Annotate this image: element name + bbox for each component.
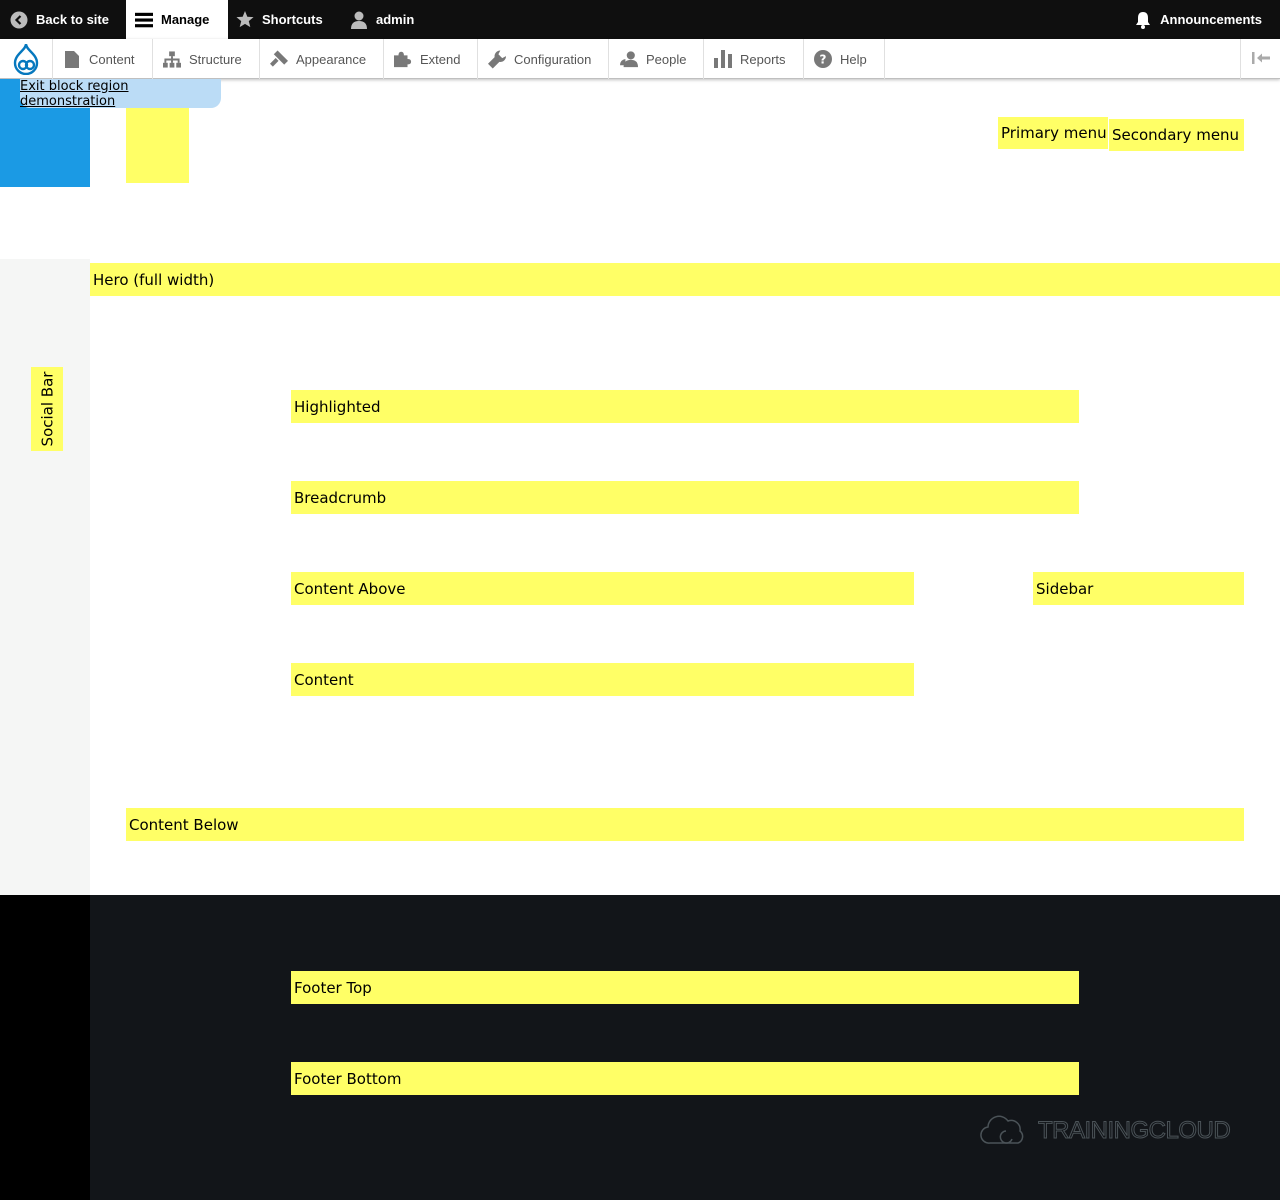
tray-item-label: Content	[89, 51, 135, 67]
region-label: Content	[294, 670, 354, 689]
region-primary-menu: Primary menu	[998, 117, 1108, 149]
file-icon	[63, 50, 81, 68]
tray-item-label: Help	[840, 51, 867, 67]
shortcuts-tab[interactable]: Shortcuts	[236, 0, 323, 39]
region-label: Secondary menu	[1112, 126, 1240, 144]
tray-orientation-toggle[interactable]	[1240, 39, 1280, 79]
puzzle-icon	[394, 50, 412, 68]
region-footer-bottom: Footer Bottom	[291, 1062, 1079, 1095]
region-label: Hero (full width)	[93, 270, 215, 289]
social-column	[0, 259, 90, 895]
tray-item-help[interactable]: ? Help	[804, 39, 885, 79]
collapse-left-icon	[1251, 51, 1270, 67]
tray-item-structure[interactable]: Structure	[153, 39, 260, 79]
person-icon	[620, 50, 638, 68]
shortcuts-label: Shortcuts	[262, 12, 323, 27]
user-label: admin	[376, 12, 415, 27]
tray-item-extend[interactable]: Extend	[384, 39, 479, 79]
footer-left-column	[0, 895, 90, 1200]
region-label: Footer Top	[294, 978, 372, 997]
bell-icon	[1134, 11, 1152, 29]
tray-item-label: Configuration	[514, 51, 592, 67]
admin-tray: Content Structure Appearance Extend Conf…	[0, 39, 1280, 79]
announcements-label: Announcements	[1160, 12, 1262, 27]
hamburger-icon	[135, 11, 153, 29]
user-icon	[350, 11, 368, 29]
exit-demo-banner: Exit block region demonstration	[20, 79, 221, 109]
bar-chart-icon	[714, 50, 732, 68]
manage-tab[interactable]: Manage	[126, 0, 228, 39]
region-highlighted: Highlighted	[291, 390, 1079, 423]
tray-item-label: People	[646, 51, 687, 67]
footer	[90, 895, 1280, 1200]
region-social-bar: Social Bar	[31, 367, 63, 451]
region-label: Highlighted	[294, 397, 381, 416]
tray-item-reports[interactable]: Reports	[704, 39, 804, 79]
tray-item-label: Appearance	[296, 51, 367, 67]
tray-item-content[interactable]: Content	[53, 39, 153, 79]
back-to-site-label: Back to site	[36, 12, 109, 27]
region-label: Social Bar	[38, 371, 57, 447]
region-label: Footer Bottom	[294, 1069, 402, 1088]
manage-label: Manage	[161, 12, 210, 27]
tray-item-configuration[interactable]: Configuration	[478, 39, 610, 79]
sitemap-icon	[163, 50, 181, 68]
region-footer-top: Footer Top	[291, 971, 1079, 1004]
tray-item-people[interactable]: People	[610, 39, 705, 79]
brand-name: TRAININGCLOUD	[1037, 1117, 1231, 1145]
exit-demo-link[interactable]: Exit block region demonstration	[20, 79, 221, 109]
tray-item-label: Structure	[189, 51, 242, 67]
tray-item-label: Extend	[420, 51, 461, 67]
star-icon	[236, 10, 254, 29]
back-to-site-link[interactable]: Back to site	[10, 0, 109, 39]
tray-item-appearance[interactable]: Appearance	[260, 39, 385, 79]
question-icon: ?	[814, 50, 832, 68]
admin-toolbar: Back to site Manage Shortcuts admin Anno…	[0, 0, 1280, 39]
chevron-left-circle-icon	[10, 11, 28, 29]
region-label: Content Below	[129, 815, 239, 834]
tray-item-label: Reports	[740, 51, 786, 67]
announcements-tab[interactable]: Announcements	[1134, 0, 1262, 39]
region-secondary-menu: Secondary menu	[1109, 119, 1244, 151]
trainingcloud-logo: TRAININGCLOUD	[980, 1109, 1231, 1154]
wrench-icon	[488, 49, 506, 68]
cloud-icon	[980, 1109, 1026, 1154]
drupal-logo-icon[interactable]	[0, 39, 53, 79]
svg-text:?: ?	[820, 53, 827, 67]
region-label: Sidebar	[1036, 579, 1094, 598]
paint-roller-icon	[270, 50, 288, 68]
region-breadcrumb: Breadcrumb	[291, 481, 1079, 514]
region-content-above: Content Above	[291, 572, 914, 605]
region-hero: Hero (full width)	[90, 263, 1280, 296]
region-sidebar: Sidebar	[1033, 572, 1244, 605]
region-label: Breadcrumb	[294, 488, 387, 507]
region-label: Content Above	[294, 579, 406, 598]
region-content-below: Content Below	[126, 808, 1244, 841]
region-content: Content	[291, 663, 914, 696]
site-branding-region	[126, 108, 189, 183]
user-tab[interactable]: admin	[350, 0, 414, 39]
region-label: Primary menu	[1001, 124, 1107, 142]
